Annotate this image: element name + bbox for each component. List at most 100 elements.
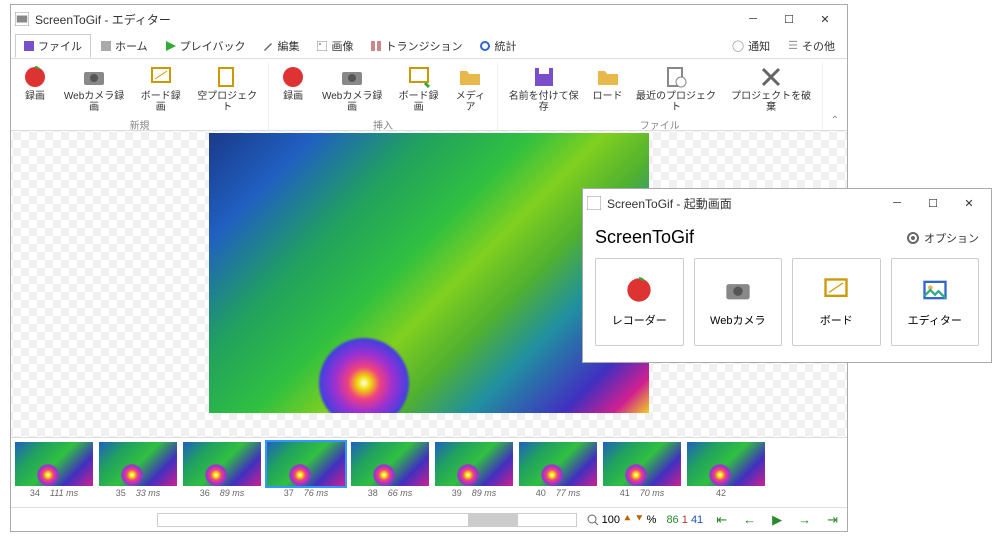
thumb-duration: 76 ms [304, 488, 329, 498]
load-button[interactable]: ロード [588, 63, 628, 115]
record-icon [625, 276, 653, 304]
nav-play-button[interactable]: ▶ [769, 512, 785, 528]
tab-transition[interactable]: トランジション [363, 35, 470, 57]
thumb-duration: 89 ms [220, 488, 245, 498]
camera-icon [82, 65, 106, 89]
new-record-button[interactable]: 録画 [15, 63, 55, 115]
thumb-index: 41 [620, 488, 630, 498]
thumb-index: 42 [716, 488, 726, 498]
ribbon-group-file: 名前を付けて保存 ロード 最近のプロジェクト プロジェクトを破棄 ファイル [498, 63, 823, 130]
ribbon-collapse-button[interactable]: ⌃ [823, 111, 847, 130]
launcher-window: ScreenToGif - 起動画面 ─ ☐ ✕ ScreenToGif オプシ… [582, 188, 992, 363]
nav-prev-button[interactable]: ← [740, 512, 759, 527]
save-icon [24, 41, 34, 51]
maximize-button[interactable]: ☐ [915, 190, 951, 216]
thumb-scrollbar[interactable] [157, 513, 577, 527]
thumb-image [99, 442, 177, 486]
record-icon [281, 65, 305, 89]
recent-icon [664, 65, 688, 89]
thumb-duration: 89 ms [472, 488, 497, 498]
minimize-button[interactable]: ─ [879, 190, 915, 216]
zoom-control[interactable]: 100 ⯅⯆ % [587, 513, 657, 526]
thumb-duration: 66 ms [388, 488, 413, 498]
thumb-index: 34 [30, 488, 40, 498]
close-button[interactable]: ✕ [807, 6, 843, 32]
thumb-duration: 111 ms [50, 488, 78, 498]
gear-icon [906, 231, 920, 245]
launcher-title: ScreenToGif - 起動画面 [607, 195, 732, 212]
tab-home[interactable]: ホーム [93, 35, 156, 57]
app-icon [587, 196, 601, 210]
camera-icon [724, 276, 752, 304]
thumb-image [687, 442, 765, 486]
editor-titlebar: ScreenToGif - エディター ─ ☐ ✕ [11, 5, 847, 33]
tab-notify[interactable]: ◯通知 [724, 35, 778, 57]
folder-icon [458, 65, 482, 89]
new-blank-button[interactable]: 空プロジェクト [190, 63, 264, 115]
new-board-button[interactable]: ボード録画 [133, 63, 188, 115]
blank-icon [215, 65, 239, 89]
tab-other[interactable]: ☰その他 [780, 35, 843, 57]
edit-icon [263, 41, 273, 51]
recent-button[interactable]: 最近のプロジェクト [630, 63, 723, 115]
frame-counts: 86 1 41 [666, 514, 703, 526]
insert-board-button[interactable]: ボード録画 [391, 63, 446, 115]
maximize-button[interactable]: ☐ [771, 6, 807, 32]
thumb-index: 40 [536, 488, 546, 498]
launcher-heading: ScreenToGif [595, 227, 694, 248]
insert-record-button[interactable]: 録画 [273, 63, 313, 115]
new-webcam-button[interactable]: Webカメラ録画 [57, 63, 131, 115]
save-icon [532, 65, 556, 89]
home-icon [101, 41, 111, 51]
thumbnail[interactable]: 42 [687, 442, 765, 503]
saveas-button[interactable]: 名前を付けて保存 [502, 63, 586, 115]
thumbnail[interactable]: 34 111 ms [15, 442, 93, 503]
discard-button[interactable]: プロジェクトを破棄 [725, 63, 818, 115]
minimize-button[interactable]: ─ [735, 6, 771, 32]
recorder-card[interactable]: レコーダー [595, 258, 684, 346]
thumb-index: 37 [284, 488, 294, 498]
tab-file[interactable]: ファイル [15, 34, 91, 58]
thumb-index: 36 [200, 488, 210, 498]
thumb-image [351, 442, 429, 486]
thumb-image [519, 442, 597, 486]
tab-stats[interactable]: 統計 [472, 35, 524, 57]
options-button[interactable]: オプション [906, 230, 979, 246]
board-card[interactable]: ボード [792, 258, 881, 346]
thumbnail[interactable]: 3533 ms [99, 442, 177, 503]
tab-playback[interactable]: プレイバック [158, 35, 254, 57]
insert-media-button[interactable]: メディア [448, 63, 493, 115]
close-button[interactable]: ✕ [951, 190, 987, 216]
thumb-index: 39 [452, 488, 462, 498]
thumbnail[interactable]: 38 66 ms [351, 442, 429, 503]
editor-title: ScreenToGif - エディター [35, 11, 171, 28]
thumb-image [435, 442, 513, 486]
thumb-duration: 77 ms [556, 488, 581, 498]
insert-webcam-button[interactable]: Webカメラ録画 [315, 63, 389, 115]
thumbnail-strip[interactable]: 34 111 ms 3533 ms 36 89 ms 37 76 ms 38 66 ms 39 89… [11, 437, 847, 507]
nav-next-button[interactable]: → [795, 512, 814, 527]
webcam-card[interactable]: Webカメラ [694, 258, 783, 346]
image-icon [921, 276, 949, 304]
camera-icon [340, 65, 364, 89]
thumbnail[interactable]: 36 89 ms [183, 442, 261, 503]
thumbnail[interactable]: 4170 ms [603, 442, 681, 503]
nav-first-button[interactable]: ⇤ [713, 512, 730, 528]
play-icon [166, 41, 176, 51]
thumbnail[interactable]: 37 76 ms [267, 442, 345, 503]
app-icon [15, 12, 29, 26]
thumb-index: 35 [116, 488, 126, 498]
zoom-icon [587, 514, 599, 526]
thumb-index: 38 [368, 488, 378, 498]
thumbnail[interactable]: 39 89 ms [435, 442, 513, 503]
editor-card[interactable]: エディター [891, 258, 980, 346]
nav-last-button[interactable]: ⇥ [824, 512, 841, 528]
image-icon [317, 41, 327, 51]
status-bar: 100 ⯅⯆ % 86 1 41 ⇤ ← ▶ → ⇥ [11, 507, 847, 531]
thumb-image [603, 442, 681, 486]
tab-image[interactable]: 画像 [309, 35, 361, 57]
thumbnail[interactable]: 40 77 ms [519, 442, 597, 503]
tab-edit[interactable]: 編集 [255, 35, 307, 57]
ribbon: 録画 Webカメラ録画 ボード録画 空プロジェクト 新規 録画 Webカメラ録画… [11, 59, 847, 131]
ribbon-tabs: ファイル ホーム プレイバック 編集 画像 トランジション 統計 ◯通知 ☰その… [11, 33, 847, 59]
